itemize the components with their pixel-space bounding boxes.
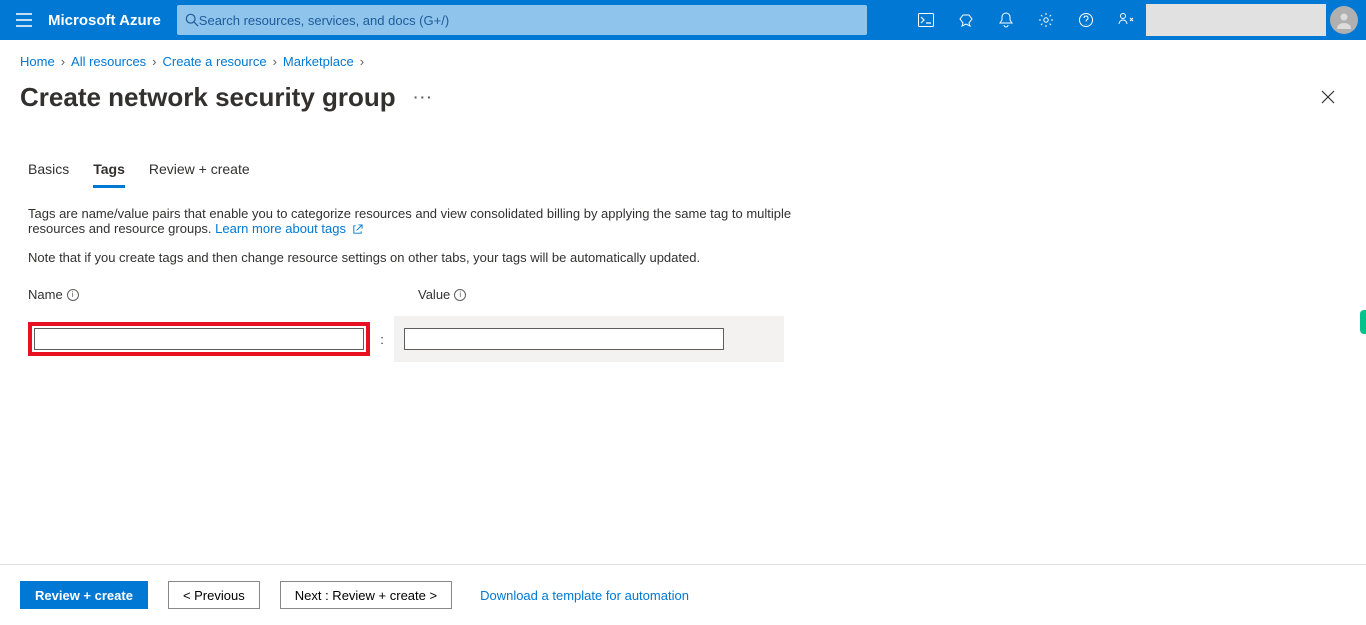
page-title: Create network security group: [20, 82, 396, 113]
search-icon: [185, 13, 199, 27]
learn-more-tags-link[interactable]: Learn more about tags: [215, 221, 362, 236]
feedback-icon[interactable]: [1106, 0, 1146, 40]
tabs: Basics Tags Review + create: [0, 125, 1366, 188]
breadcrumb-all-resources[interactable]: All resources: [71, 54, 146, 69]
chevron-right-icon: ›: [152, 54, 156, 69]
chevron-right-icon: ›: [360, 54, 364, 69]
hamburger-menu-icon[interactable]: [0, 13, 48, 27]
tags-header-row: Name i Value i: [28, 287, 792, 302]
close-blade-icon[interactable]: [1310, 79, 1346, 115]
tags-table: Name i Value i :: [28, 287, 792, 362]
tag-name-highlight: [28, 322, 370, 356]
tab-review-create[interactable]: Review + create: [149, 161, 250, 188]
breadcrumb-create-resource[interactable]: Create a resource: [163, 54, 267, 69]
tags-header-value: Value i: [418, 287, 466, 302]
external-link-icon: [352, 224, 363, 235]
global-search-input[interactable]: [199, 13, 859, 28]
tags-header-name: Name i: [28, 287, 388, 302]
footer-actions: Review + create < Previous Next : Review…: [0, 564, 1366, 625]
notifications-icon[interactable]: [986, 0, 1026, 40]
side-nub-icon[interactable]: [1360, 310, 1366, 334]
directory-filter-icon[interactable]: [946, 0, 986, 40]
tags-header-name-label: Name: [28, 287, 63, 302]
review-create-button[interactable]: Review + create: [20, 581, 148, 609]
more-actions-icon[interactable]: ···: [414, 89, 434, 105]
account-email-box[interactable]: [1146, 4, 1326, 36]
tag-value-wrap: [394, 316, 784, 362]
topbar-right: [906, 0, 1366, 40]
page-heading-row: Create network security group ···: [0, 73, 1366, 125]
tab-tags[interactable]: Tags: [93, 161, 125, 188]
tags-header-value-label: Value: [418, 287, 450, 302]
tags-input-row: :: [28, 316, 792, 362]
cloud-shell-icon[interactable]: [906, 0, 946, 40]
tags-intro-text: Tags are name/value pairs that enable yo…: [28, 206, 792, 236]
global-search[interactable]: [177, 5, 867, 35]
tag-name-input[interactable]: [34, 328, 364, 350]
tags-intro-span: Tags are name/value pairs that enable yo…: [28, 206, 791, 236]
breadcrumb-home[interactable]: Home: [20, 54, 55, 69]
settings-gear-icon[interactable]: [1026, 0, 1066, 40]
topbar: Microsoft Azure: [0, 0, 1366, 40]
tab-basics[interactable]: Basics: [28, 161, 69, 188]
help-icon[interactable]: [1066, 0, 1106, 40]
tags-note-text: Note that if you create tags and then ch…: [28, 250, 792, 265]
chevron-right-icon: ›: [61, 54, 65, 69]
learn-more-label: Learn more about tags: [215, 221, 346, 236]
tag-value-input[interactable]: [404, 328, 724, 350]
breadcrumb: Home › All resources › Create a resource…: [0, 40, 1366, 73]
avatar[interactable]: [1330, 6, 1358, 34]
brand-home-link[interactable]: Microsoft Azure: [48, 12, 177, 29]
tag-separator: :: [370, 332, 394, 347]
previous-button[interactable]: < Previous: [168, 581, 260, 609]
chevron-right-icon: ›: [273, 54, 277, 69]
tab-content: Tags are name/value pairs that enable yo…: [0, 188, 820, 362]
breadcrumb-marketplace[interactable]: Marketplace: [283, 54, 354, 69]
info-icon[interactable]: i: [454, 289, 466, 301]
download-template-link[interactable]: Download a template for automation: [480, 588, 689, 603]
next-button[interactable]: Next : Review + create >: [280, 581, 452, 609]
info-icon[interactable]: i: [67, 289, 79, 301]
